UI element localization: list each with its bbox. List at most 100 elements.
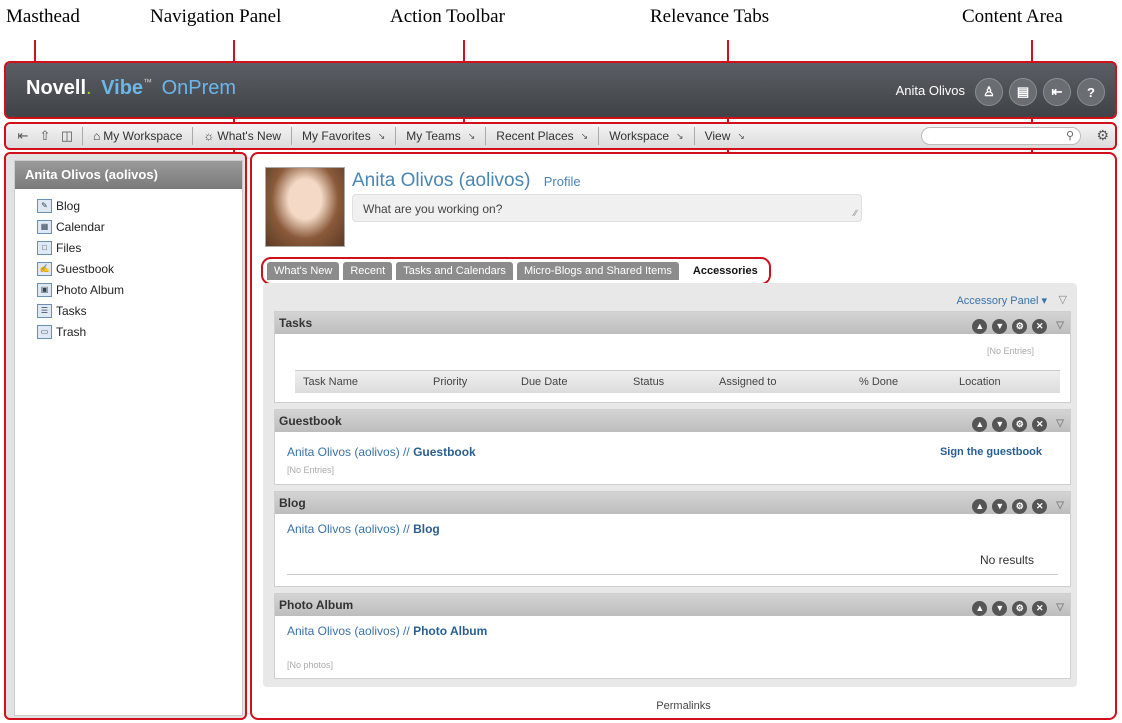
- guestbook-accessory: Guestbook ▲ ▼ ⚙ ✕ ▽ Anita Olivos (aolivo…: [274, 409, 1071, 485]
- dropdown-arrow-icon: ↘: [377, 130, 386, 141]
- workspace-menu[interactable]: Workspace ↘: [603, 129, 689, 143]
- search-icon[interactable]: ⚲: [1066, 129, 1074, 142]
- column-header[interactable]: Assigned to: [719, 376, 776, 388]
- whats-new-button[interactable]: ☼ What's New: [197, 129, 287, 143]
- breadcrumb-user-link[interactable]: Anita Olivos (aolivos) //: [287, 445, 410, 459]
- avatar[interactable]: [265, 167, 345, 247]
- collapse-sidebar-icon[interactable]: ⇤: [12, 126, 34, 146]
- sidebar-item-files[interactable]: □ Files: [37, 237, 242, 258]
- collapse-icon[interactable]: ▽: [1059, 293, 1067, 306]
- breadcrumb-target-link[interactable]: Photo Album: [413, 624, 487, 638]
- sidebar-item-trash[interactable]: ▭ Trash: [37, 321, 242, 342]
- navigation-panel: Anita Olivos (aolivos) ✎ Blog ▦ Calendar…: [4, 152, 247, 720]
- column-header[interactable]: Due Date: [521, 376, 567, 388]
- tab-tasks-and-calendars[interactable]: Tasks and Calendars: [396, 262, 513, 280]
- brand-tm: ™: [143, 77, 153, 87]
- column-header[interactable]: Status: [633, 376, 664, 388]
- divider: [287, 574, 1058, 575]
- tab-micro-blogs[interactable]: Micro-Blogs and Shared Items: [516, 262, 679, 280]
- my-favorites-menu[interactable]: My Favorites ↘: [296, 129, 391, 143]
- news-icon[interactable]: ▤: [1009, 78, 1037, 106]
- toolbar-divider: [192, 127, 194, 145]
- move-down-icon[interactable]: ▼: [992, 318, 1008, 334]
- sidebar-item-calendar[interactable]: ▦ Calendar: [37, 216, 242, 237]
- content-area: Anita Olivos (aolivos) Profile What are …: [250, 152, 1117, 720]
- sidebar-item-blog[interactable]: ✎ Blog: [37, 195, 242, 216]
- column-header[interactable]: Task Name: [303, 376, 358, 388]
- workspace-tree-icon[interactable]: ◫: [56, 126, 78, 146]
- tab-whats-new[interactable]: What's New: [267, 262, 340, 280]
- my-workspace-button[interactable]: ⌂ My Workspace: [87, 129, 188, 143]
- leader-line-masthead: [34, 40, 36, 62]
- callout-masthead-label: Masthead: [6, 6, 80, 27]
- guestbook-icon: ✍: [37, 261, 52, 276]
- blog-icon: ✎: [37, 198, 52, 213]
- brand-novell: Novell: [26, 77, 87, 99]
- sidebar-item-label: Blog: [56, 198, 81, 213]
- breadcrumb-target-link[interactable]: Blog: [413, 522, 440, 536]
- breadcrumb-user-link[interactable]: Anita Olivos (aolivos) //: [287, 522, 410, 536]
- upload-icon[interactable]: ⇧: [34, 126, 56, 146]
- breadcrumb-target-link[interactable]: Guestbook: [413, 445, 476, 459]
- settings-icon[interactable]: ⚙: [1012, 498, 1028, 514]
- dropdown-arrow-icon: ↘: [467, 130, 476, 141]
- column-header[interactable]: Location: [959, 376, 1001, 388]
- masthead-user-name[interactable]: Anita Olivos: [896, 83, 965, 98]
- my-teams-menu[interactable]: My Teams ↘: [400, 129, 481, 143]
- tab-recent[interactable]: Recent: [343, 262, 393, 280]
- no-results-text: No results: [979, 553, 1034, 567]
- profile-link[interactable]: Profile: [544, 174, 581, 189]
- close-icon[interactable]: ✕: [1032, 498, 1048, 514]
- settings-icon[interactable]: ⚙: [1012, 318, 1028, 334]
- collapse-icon[interactable]: ▽: [1056, 315, 1064, 337]
- blog-accessory: Blog ▲ ▼ ⚙ ✕ ▽ Anita Olivos (aolivos) //…: [274, 491, 1071, 587]
- permalinks-link[interactable]: Permalinks: [252, 700, 1115, 712]
- sidebar-item-photo-album[interactable]: ▣ Photo Album: [37, 279, 242, 300]
- sidebar-item-tasks[interactable]: ☰ Tasks: [37, 300, 242, 321]
- move-up-icon[interactable]: ▲: [972, 600, 988, 616]
- toolbar-divider: [598, 127, 600, 145]
- breadcrumb: Anita Olivos (aolivos) // Guestbook: [287, 445, 476, 459]
- settings-icon[interactable]: ⚙: [1012, 416, 1028, 432]
- move-up-icon[interactable]: ▲: [972, 416, 988, 432]
- sidebar-item-guestbook[interactable]: ✍ Guestbook: [37, 258, 242, 279]
- photo-album-icon: ▣: [37, 282, 52, 297]
- collapse-icon[interactable]: ▽: [1056, 495, 1064, 517]
- view-label: View: [704, 129, 731, 143]
- close-icon[interactable]: ✕: [1032, 416, 1048, 432]
- move-up-icon[interactable]: ▲: [972, 498, 988, 514]
- section-title: Tasks: [279, 316, 313, 330]
- view-menu[interactable]: View ↘: [699, 129, 751, 143]
- status-input[interactable]: What are you working on? ∕∕: [352, 194, 862, 222]
- logout-icon[interactable]: ⇤: [1043, 78, 1071, 106]
- column-header[interactable]: % Done: [859, 376, 898, 388]
- close-icon[interactable]: ✕: [1032, 600, 1048, 616]
- help-icon[interactable]: ?: [1077, 78, 1105, 106]
- tasks-accessory: Tasks ▲ ▼ ⚙ ✕ ▽ [No Entries] Task Name P…: [274, 311, 1071, 403]
- toolbar-divider: [395, 127, 397, 145]
- photo-album-accessory: Photo Album ▲ ▼ ⚙ ✕ ▽ Anita Olivos (aoli…: [274, 593, 1071, 679]
- collapse-icon[interactable]: ▽: [1056, 413, 1064, 435]
- personal-preferences-icon[interactable]: ♙: [975, 78, 1003, 106]
- settings-icon[interactable]: ⚙: [1012, 600, 1028, 616]
- nav-header[interactable]: Anita Olivos (aolivos): [15, 161, 242, 189]
- sign-guestbook-link[interactable]: Sign the guestbook: [940, 446, 1042, 458]
- search-input[interactable]: ⚲: [921, 127, 1081, 145]
- recent-places-label: Recent Places: [496, 129, 574, 143]
- callout-tabs-label: Relevance Tabs: [650, 6, 770, 27]
- move-down-icon[interactable]: ▼: [992, 600, 1008, 616]
- accessory-panel-menu[interactable]: Accessory Panel ▾: [956, 294, 1047, 307]
- relevance-tabs: What's New Recent Tasks and Calendars Mi…: [261, 257, 771, 285]
- tab-accessories[interactable]: Accessories: [682, 262, 768, 280]
- breadcrumb-user-link[interactable]: Anita Olivos (aolivos) //: [287, 624, 410, 638]
- close-icon[interactable]: ✕: [1032, 318, 1048, 334]
- column-header[interactable]: Priority: [433, 376, 467, 388]
- collapse-icon[interactable]: ▽: [1056, 597, 1064, 619]
- move-down-icon[interactable]: ▼: [992, 498, 1008, 514]
- move-up-icon[interactable]: ▲: [972, 318, 988, 334]
- move-down-icon[interactable]: ▼: [992, 416, 1008, 432]
- recent-places-menu[interactable]: Recent Places ↘: [490, 129, 594, 143]
- search-options-icon[interactable]: ⚙: [1096, 127, 1109, 144]
- resize-grip-icon[interactable]: ∕∕: [854, 208, 857, 218]
- brand-vibe: Vibe: [101, 77, 144, 99]
